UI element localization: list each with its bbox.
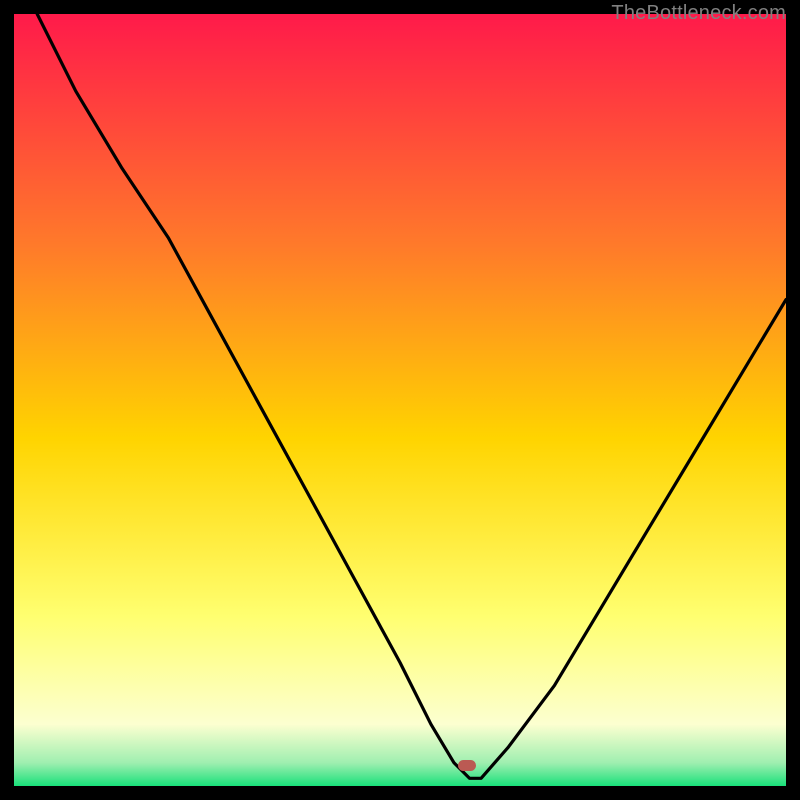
optimal-point-marker [458, 760, 476, 771]
watermark-text: TheBottleneck.com [611, 2, 786, 25]
gradient-background [14, 14, 786, 786]
bottleneck-chart [14, 14, 786, 786]
